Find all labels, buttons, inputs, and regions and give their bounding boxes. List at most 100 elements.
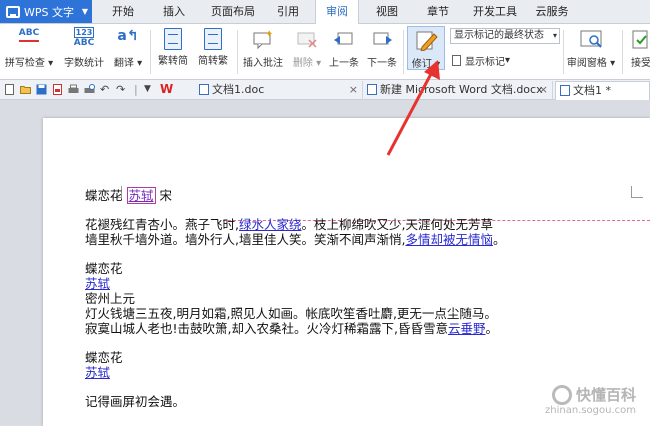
spell-check-label: 拼写检查 <box>4 58 45 69</box>
track-changes-button[interactable]: 修订 ▾ <box>407 26 445 70</box>
menu-tab-page-layout[interactable]: 页面布局 <box>203 0 263 24</box>
trad-to-simp-label: 繁转简 <box>158 56 188 67</box>
doc-line: 花褪残红青杏小。燕子飞时,绿水人家绕。枝上柳绵吹又少,天涯何处无芳草 <box>85 217 493 232</box>
accept-icon <box>628 28 650 52</box>
menu-bar: WPS 文字 ▼ 开始 插入 页面布局 引用 审阅 视图 章节 开发工具 云服务 <box>0 0 650 25</box>
review-pane-icon <box>578 28 604 52</box>
customize-dropdown-icon[interactable]: ▼ <box>144 84 155 95</box>
document-icon <box>199 84 209 95</box>
doc-author-link[interactable]: 苏轼 <box>85 365 605 380</box>
menu-tab-view[interactable]: 视图 <box>369 0 405 24</box>
wps-app-button[interactable]: WPS 文字 ▼ <box>0 0 92 23</box>
hyperlink[interactable]: 云垂野 <box>448 321 486 336</box>
doc-author-revision[interactable]: 苏轼 <box>126 187 156 204</box>
word-count-label: 字数统计 <box>64 58 104 69</box>
watermark-text: 快懂百科 <box>575 385 636 404</box>
export-pdf-icon[interactable] <box>52 84 63 95</box>
previous-label: 上一条 <box>329 58 359 69</box>
menu-tab-home[interactable]: 开始 <box>104 0 142 24</box>
simp-to-trad-button[interactable]: 简转繁 <box>194 28 232 67</box>
print-preview-icon[interactable] <box>84 84 95 95</box>
crop-mark <box>631 186 643 198</box>
doc-line: 墙里秋千墙外道。墙外行人,墙里佳人笑。笑渐不闻声渐悄,多情却被无情恼。 <box>85 232 506 247</box>
menu-tab-review[interactable]: 审阅 <box>315 0 359 25</box>
watermark-logo-icon <box>551 385 572 405</box>
document-tab-bar: ↶ ↷ | ▼ W 文档1.doc × 新建 Microsoft Word 文档… <box>0 80 650 100</box>
pencil-icon <box>413 29 439 53</box>
chevron-down-icon: ▼ <box>81 7 88 16</box>
simp-to-trad-icon <box>204 28 222 50</box>
track-changes-label: 修订 <box>411 59 432 70</box>
chevron-down-icon: ▾ <box>552 31 557 40</box>
doc-line: 蝶恋花 <box>85 350 123 365</box>
document-workspace: 蝶恋花 苏轼 宋 花褪残红青杏小。燕子飞时,绿水人家绕。枝上柳绵吹又少,天涯何处… <box>0 101 650 426</box>
watermark: 快懂百科 zhinan.sogou.com <box>544 384 636 416</box>
doc-tab-1-label: 文档1.doc <box>212 83 265 96</box>
show-markup-icon <box>452 55 461 66</box>
document-icon <box>367 84 377 95</box>
wps-w-logo-icon: W <box>160 82 174 96</box>
close-icon[interactable]: × <box>539 81 548 99</box>
next-comment-button[interactable]: 下一条 <box>364 28 400 69</box>
next-icon <box>369 28 395 52</box>
wps-logo-icon <box>6 5 20 18</box>
translate-label: 翻译 <box>113 58 134 69</box>
word-count-icon: 123 ABC <box>73 27 95 48</box>
doc-tab-3-label: 文档1 * <box>573 84 611 97</box>
simp-to-trad-label: 简转繁 <box>198 56 228 67</box>
redo-icon[interactable]: ↷ <box>116 84 127 95</box>
doc-tab-3[interactable]: 文档1 * <box>555 81 650 100</box>
insert-comment-label: 插入批注 <box>243 58 283 69</box>
doc-tab-2[interactable]: 新建 Microsoft Word 文档.docx × <box>363 81 553 100</box>
insert-comment-button[interactable]: ✦ 插入批注 <box>241 28 285 69</box>
menu-tab-cloud[interactable]: 云服务 <box>530 0 574 24</box>
delete-comment-button[interactable]: 删除 ▾ <box>290 28 324 69</box>
hyperlink[interactable]: 绿水人家绕 <box>239 217 302 232</box>
new-doc-icon[interactable] <box>4 84 15 95</box>
doc-line: 蝶恋花 <box>85 261 123 276</box>
doc-line: 密州上元 <box>85 291 136 306</box>
doc-tab-1[interactable]: 文档1.doc × <box>195 81 363 100</box>
menu-tab-references[interactable]: 引用 <box>270 0 306 24</box>
app-name: WPS 文字 <box>24 5 74 19</box>
review-pane-button[interactable]: 审阅窗格 ▾ <box>566 28 616 69</box>
open-folder-icon[interactable] <box>20 84 31 95</box>
delete-comment-label: 删除 <box>292 58 313 69</box>
previous-icon <box>331 28 357 52</box>
accept-label: 接受 <box>631 58 650 69</box>
translate-icon: a↰ <box>117 28 139 44</box>
menu-tab-insert[interactable]: 插入 <box>156 0 192 24</box>
document-icon <box>560 85 570 96</box>
menu-tab-chapter[interactable]: 章节 <box>420 0 456 24</box>
trad-to-simp-icon <box>164 28 182 50</box>
doc-line: 寂寞山城人老也!击鼓吹箫,却入农桑社。火冷灯稀霜露下,昏昏雪意云垂野。 <box>85 321 498 336</box>
document-body[interactable]: 蝶恋花 苏轼 宋 花褪残红青杏小。燕子飞时,绿水人家绕。枝上柳绵吹又少,天涯何处… <box>85 187 605 409</box>
review-ribbon: ABC 拼写检查 ▾ 123 ABC 字数统计 a↰ 翻译 ▾ 繁转简 简转繁 ✦… <box>0 24 650 80</box>
insert-comment-icon: ✦ <box>250 28 276 52</box>
doc-title-line: 蝶恋花 苏轼 宋 <box>85 187 605 204</box>
translate-button[interactable]: a↰ 翻译 ▾ <box>110 28 146 69</box>
spell-check-button[interactable]: ABC 拼写检查 ▾ <box>4 28 54 69</box>
watermark-url: zhinan.sogou.com <box>544 405 636 416</box>
markup-state-select[interactable]: 显示标记的最终状态 ▾ <box>450 28 560 44</box>
close-icon[interactable]: × <box>349 81 358 99</box>
previous-comment-button[interactable]: 上一条 <box>326 28 362 69</box>
doc-line: 记得画屏初会遇。 <box>85 394 186 409</box>
svg-text:✦: ✦ <box>265 29 273 40</box>
doc-line: 灯火钱塘三五夜,明月如霜,照见人如画。帐底吹笙香吐麝,更无一点尘随马。 <box>85 306 497 321</box>
markup-state-value: 显示标记的最终状态 <box>454 30 544 41</box>
doc-tab-2-label: 新建 Microsoft Word 文档.docx <box>380 83 543 96</box>
hyperlink[interactable]: 多情却被无情恼 <box>405 232 493 247</box>
save-icon[interactable] <box>36 84 47 95</box>
next-label: 下一条 <box>367 58 397 69</box>
show-markup-label: 显示标记 <box>465 57 505 68</box>
trad-to-simp-button[interactable]: 繁转简 <box>154 28 192 67</box>
menu-tab-dev-tools[interactable]: 开发工具 <box>468 0 522 24</box>
undo-icon[interactable]: ↶ <box>100 84 111 95</box>
delete-comment-icon <box>294 28 320 52</box>
accept-button[interactable]: 接受 <box>626 28 650 69</box>
show-markup-button[interactable]: 显示标记 ▾ <box>452 53 510 68</box>
print-icon[interactable] <box>68 84 79 95</box>
doc-author-link[interactable]: 苏轼 <box>85 276 605 291</box>
word-count-button[interactable]: 123 ABC 字数统计 <box>62 27 106 69</box>
